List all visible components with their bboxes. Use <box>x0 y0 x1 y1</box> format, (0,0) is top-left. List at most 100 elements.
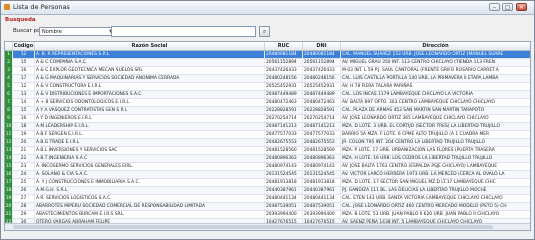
cell-dni: 20481528560 <box>303 147 341 155</box>
table-row[interactable]: 6 13 A & V DISTRIBUCIONES E IMPORTACIONES … <box>5 91 530 99</box>
cell-dni: 20480472463 <box>303 99 341 107</box>
cell-direccion: CAL. ETEN 143 URB. SANTA VICTORIA LAMBAY… <box>341 195 530 203</box>
cell-razon-social: ABARROTES MIPERU SOCIEDAD COMERCIAL DE R… <box>35 203 265 211</box>
minimize-button[interactable]: – <box>489 3 500 11</box>
cell-dni: 20482675553 <box>303 139 341 147</box>
cell-razon-social: A. SOLANO & CIA S.A.C. <box>35 171 265 179</box>
cell-rownum: 15 <box>5 163 13 171</box>
cell-codigo: 29 <box>13 211 35 219</box>
table-row[interactable]: 1 12 A. B. R REPRESENTACIONES S.R.L 2048008… <box>5 51 530 59</box>
table-row[interactable]: 3 16 A & C EXPLOR GEOTECNICA MECAN SUELOS … <box>5 67 530 75</box>
cell-razon-social: A & C COMPAÑIA S.A.C. <box>35 59 265 67</box>
cell-direccion: AV. H 78 FIERA TALARA PARIÑAS <box>341 83 530 91</box>
cell-dni: 20480974143 <box>303 163 341 171</box>
table-row[interactable]: 15 23 A. INCOSERMO SERVICIOS GENERALES EIR… <box>5 163 530 171</box>
cell-rownum: 6 <box>5 91 13 99</box>
table-row[interactable]: 14 22 A.B.T INGENIERIA S.A.C 20480896363 204… <box>5 155 530 163</box>
cell-direccion: AV. MIGUEL GRAU 350 INT. 113 CENTRO CHIC… <box>341 59 530 67</box>
column-header-codigo[interactable]: Código <box>13 42 35 50</box>
cell-ruc: 20131524545 <box>265 171 303 179</box>
cell-codigo: 14 <box>13 99 35 107</box>
cell-razon-social: A.B.G TRADE E.I.R.L <box>35 139 265 147</box>
cell-direccion: CAL. MANUEL SUAREZ 153 URB. JOSE LEONARD… <box>341 51 530 59</box>
column-header-rownum[interactable] <box>5 42 13 50</box>
cell-rownum: 20 <box>5 203 13 211</box>
horizontal-scrollbar[interactable] <box>5 223 530 230</box>
cell-razon-social: A.B.F SERGEN E.I.R.L. <box>35 131 265 139</box>
table-row[interactable]: 16 24 A. SOLANO & CIA S.A.C. 20131524545 201… <box>5 171 530 179</box>
cell-rownum: 5 <box>5 83 13 91</box>
table-row[interactable]: 11 19 A.B.F SERGEN E.I.R.L. 20477577033 2047… <box>5 131 530 139</box>
table-row[interactable]: 12 20 A.B.G TRADE E.I.R.L 20482675553 204826… <box>5 139 530 147</box>
cell-direccion: JR. COLON 795 INT. 204 CENTRO LA LIBERTA… <box>341 139 530 147</box>
cell-codigo: 13 <box>13 91 35 99</box>
cell-rownum: 14 <box>5 155 13 163</box>
cell-rownum: 13 <box>5 147 13 155</box>
search-button[interactable]: ⌕ <box>259 26 270 37</box>
cell-razon-social: A & V DISTRIBUCIONES E IMPORTACIONES S.A… <box>35 91 265 99</box>
cell-razon-social: A.M.G.H. S.R.L. <box>35 187 265 195</box>
cell-dni: 20131524545 <box>303 171 341 179</box>
cell-dni: 20477577033 <box>303 131 341 139</box>
search-section-label: Busqueda <box>5 17 36 23</box>
table-row[interactable]: 4 17 A & G MAQUINARIAS Y SERVICIOS SOCIEDA… <box>5 75 530 83</box>
cell-rownum: 1 <box>5 51 13 59</box>
column-header-razon-social[interactable]: Razón Social <box>35 42 265 50</box>
cell-razon-social: ABASTECIMIENTOS BURCAM E.I.R.S SRL. <box>35 211 265 219</box>
cell-rownum: 21 <box>5 211 13 219</box>
table-row[interactable]: 19 27 A.R. SERVICIOS LOGISTICOS S.A.C. 2048… <box>5 195 530 203</box>
close-button[interactable]: ✕ <box>516 3 527 11</box>
cell-ruc: 20480081184 <box>265 51 303 59</box>
search-panel: Busqueda Buscar por: Nombre ▼ ⌕ <box>5 17 531 39</box>
table-row[interactable]: 18 26 A.M.G.H. S.R.L. 20440387961 2044038796… <box>5 187 530 195</box>
cell-dni: 20480081184 <box>303 51 341 59</box>
cell-ruc: 20480472463 <box>265 99 303 107</box>
cell-rownum: 12 <box>5 139 13 147</box>
cell-ruc: 20480896363 <box>265 155 303 163</box>
cell-direccion: MZA. D LOTE. 17 SECTOR SAN MIGUEL MZ.D L… <box>341 179 530 187</box>
cell-razon-social: A & C EXPLOR GEOTECNICA MECAN SUELOS SRL <box>35 67 265 75</box>
cell-codigo: 20 <box>13 139 35 147</box>
cell-rownum: 8 <box>5 107 13 115</box>
table-row[interactable]: 2 15 A & C COMPAÑIA S.A.C. 20561152894 20561… <box>5 59 530 67</box>
table-row[interactable]: 13 21 A.B.L INVERSIONES Y SERVICIOS SAC 204… <box>5 147 530 155</box>
cell-ruc: 20481528560 <box>265 147 303 155</box>
cell-codigo: 16 <box>13 67 35 75</box>
cell-rownum: 7 <box>5 99 13 107</box>
cell-rownum: 17 <box>5 179 13 187</box>
cell-direccion: AV. VICTOR LARCO HERRERA 1973 URB. LA ME… <box>341 171 530 179</box>
search-input[interactable] <box>111 26 256 37</box>
column-header-direccion[interactable]: Dirección <box>341 42 530 50</box>
cell-dni: 20437426433 <box>303 67 341 75</box>
cell-rownum: 4 <box>5 75 13 83</box>
cell-dni: 20561152894 <box>303 59 341 67</box>
persons-table[interactable]: Código Razón Social RUC DNI Dirección 11… <box>4 41 531 231</box>
table-row[interactable]: 8 15 A Y A VASQUEZ CONTRATISTAS GEN S R L2… <box>5 107 530 115</box>
cell-dni: 20480248156 <box>303 75 341 83</box>
maximize-button[interactable]: ▢ <box>502 3 513 11</box>
table-row[interactable]: 9 16 A Y D INGENIEROS E.I.R.L 20270254714 20… <box>5 115 530 123</box>
table-row[interactable]: 20 28 ABARROTES MIPERU SOCIEDAD COMERCIAL … <box>5 203 530 211</box>
cell-ruc: 20437426433 <box>265 67 303 75</box>
cell-ruc: 20482675553 <box>265 139 303 147</box>
cell-rownum: 3 <box>5 67 13 75</box>
scrollbar-thumb[interactable] <box>13 225 493 229</box>
table-row[interactable]: 17 25 A. Y J CONSTRUCCIONES E INMOBILIARIA… <box>5 179 530 187</box>
search-criterion-select[interactable]: Nombre ▼ <box>39 27 115 36</box>
cell-codigo: 21 <box>13 147 35 155</box>
cell-dni: 20393994400 <box>303 211 341 219</box>
cell-codigo: 23 <box>13 163 35 171</box>
cell-razon-social: A & G MAQUINARIAS Y SERVICIOS SOCIEDAD A… <box>35 75 265 83</box>
cell-codigo: 12 <box>13 51 35 59</box>
cell-dni: 20481913818 <box>303 179 341 187</box>
cell-razon-social: A.R. SERVICIOS LOGISTICOS S.A.C. <box>35 195 265 203</box>
column-header-ruc[interactable]: RUC <box>265 42 303 50</box>
cell-ruc: 20487141213 <box>265 123 303 131</box>
column-header-dni[interactable]: DNI <box>303 42 341 50</box>
table-row[interactable]: 5 12 A & V CONSTRUCTORA E.I.R.L 20525452931… <box>5 83 530 91</box>
table-row[interactable]: 21 29 ABASTECIMIENTOS BURCAM E.I.R.S SRL. 2… <box>5 211 530 219</box>
table-row[interactable]: 10 18 A.M LEADERSHIP E.I.R.L. 20487141213 20… <box>5 123 530 131</box>
cell-direccion: MZA. B LOTE. 53 URB. JUAN PABLO II 620 U… <box>341 211 530 219</box>
cell-direccion: CAL. LOS INCAS 1179 LAMBAYEQUE CHICLAYO … <box>341 91 530 99</box>
table-row[interactable]: 7 14 A + B SERVICIOS ODONTOLOGICOS E.I.R.L… <box>5 99 530 107</box>
